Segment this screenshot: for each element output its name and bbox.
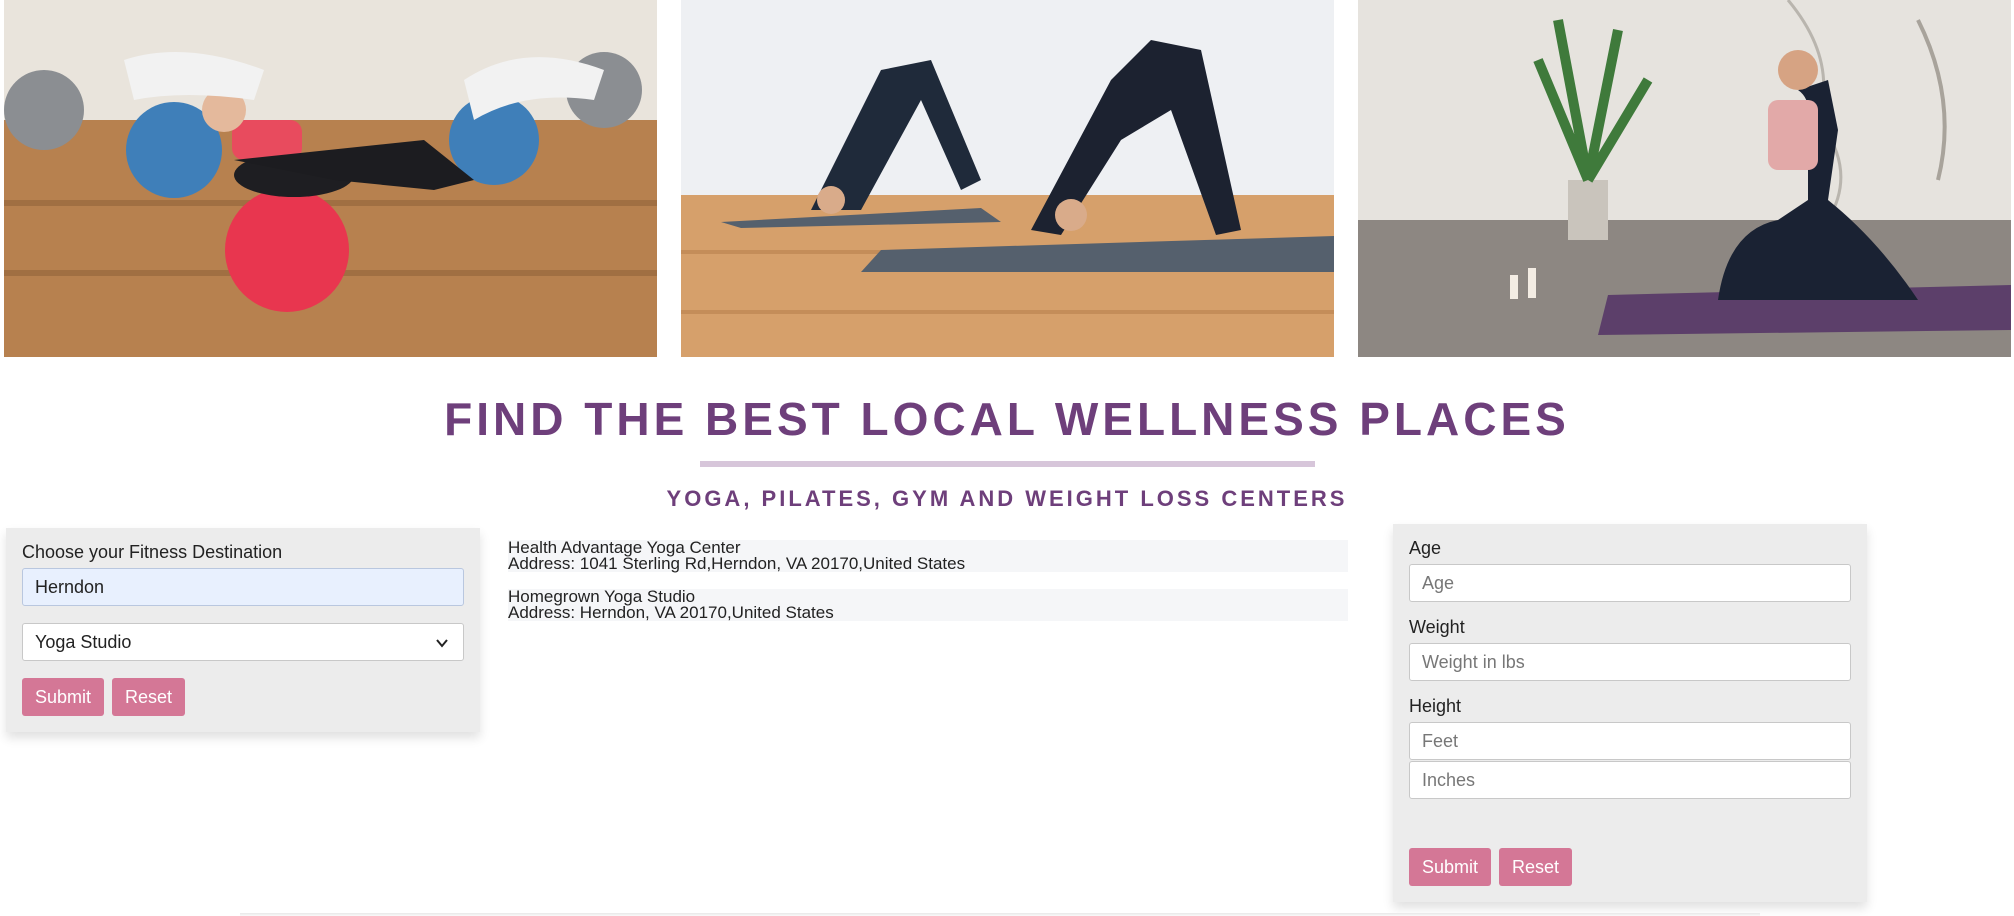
list-item: Health Advantage Yoga Center Address: 10… [508,539,1348,573]
hero-image-meditation [1358,0,2011,357]
age-input[interactable] [1409,564,1851,602]
search-submit-button[interactable]: Submit [22,678,105,716]
bmi-reset-button[interactable]: Reset [1499,848,1573,886]
chevron-down-icon [436,639,448,648]
hero-image-pilates-class [4,0,657,357]
bmi-form-panel: Age Weight Height Submit Reset [1393,524,1867,902]
page-title: FIND THE BEST LOCAL WELLNESS PLACES [444,393,1570,445]
destination-label: Choose your Fitness Destination [22,542,283,562]
result-address: Address: 1041 Sterling Rd,Herndon, VA 20… [508,554,966,573]
height-feet-input[interactable] [1409,722,1851,760]
result-address: Address: Herndon, VA 20170,United States [508,603,834,622]
category-select[interactable]: Yoga Studio [22,623,464,661]
height-label: Height [1409,696,1462,716]
page-subtitle: YOGA, PILATES, GYM AND WEIGHT LOSS CENTE… [666,486,1348,511]
search-reset-button[interactable]: Reset [112,678,186,716]
title-divider [700,461,1315,467]
age-label: Age [1409,538,1442,558]
weight-input[interactable] [1409,643,1851,681]
hero-image-downward-dog [681,0,1334,357]
height-inches-input[interactable] [1409,761,1851,799]
category-select-value: Yoga Studio [35,632,132,652]
location-input[interactable] [22,568,464,606]
weight-label: Weight [1409,617,1465,637]
list-item: Homegrown Yoga Studio Address: Herndon, … [508,588,1348,622]
bmi-submit-button[interactable]: Submit [1409,848,1492,886]
destination-search-panel: Choose your Fitness Destination Yoga Stu… [6,528,480,732]
